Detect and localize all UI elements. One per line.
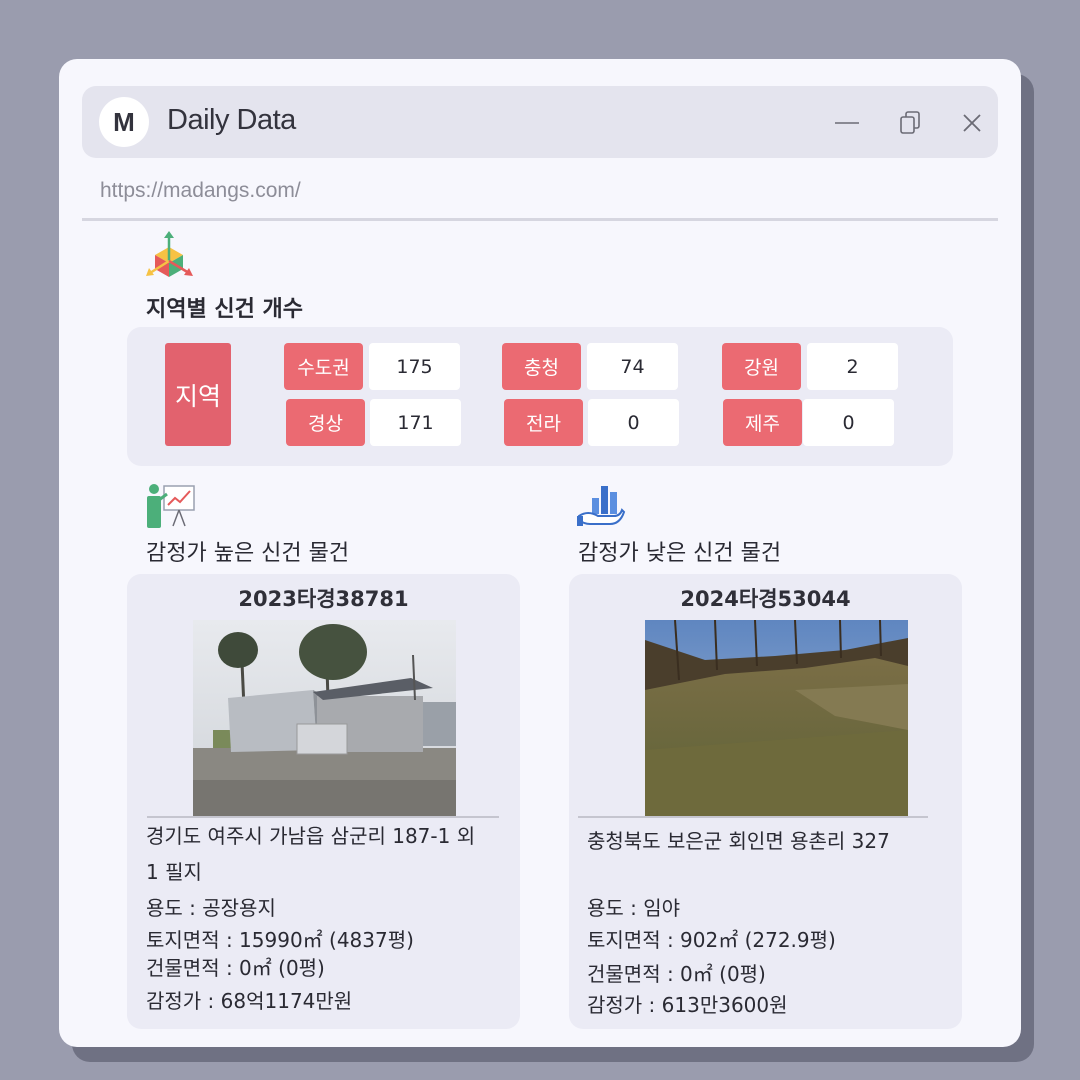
- region-name: 제주: [723, 399, 802, 446]
- low-appraisal-card[interactable]: 2024타경53044 충청북도 보은군 회인면 용촌리 327 용도: 임야…: [569, 574, 962, 1029]
- region-count: 171: [370, 399, 461, 446]
- appraisal-price: 감정가 : 613만3600원: [587, 993, 788, 1017]
- case-id[interactable]: 2024타경53044: [569, 583, 962, 613]
- avatar[interactable]: M: [99, 97, 149, 147]
- region-label: 지역: [165, 343, 231, 446]
- region-count: 0: [803, 399, 894, 446]
- region-count: 175: [369, 343, 460, 390]
- usage: 용도 : 임야: [587, 896, 681, 920]
- address-line: 충청북도 보은군 회인면 용촌리 327: [587, 829, 890, 853]
- building-area: 건물면적 : 0㎡ (0평): [587, 962, 766, 986]
- property-photo: [193, 620, 456, 816]
- minimize-icon: [835, 122, 859, 124]
- region-name: 경상: [286, 399, 365, 446]
- hand-bar-chart-icon: [577, 486, 626, 526]
- region-name: 수도권: [284, 343, 363, 390]
- land-area: 토지면적 : 902㎡ (272.9평): [587, 928, 836, 952]
- 3d-axis-icon: [146, 231, 193, 277]
- region-name: 충청: [502, 343, 581, 390]
- land-area: 토지면적 : 15990㎡ (4837평): [146, 928, 414, 952]
- url-text[interactable]: https://madangs.com/: [100, 179, 301, 203]
- low-section-title: 감정가 낮은 신건 물건: [578, 541, 782, 566]
- app-title: Daily Data: [167, 104, 296, 136]
- region-section-title: 지역별 신건 개수: [146, 297, 303, 322]
- restore-icon: [900, 111, 920, 134]
- app-window: M Daily Data https://madangs.com/ 지역별 신건…: [59, 59, 1021, 1047]
- url-divider: [82, 218, 998, 221]
- region-panel: 지역 수도권 175 충청 74 강원 2 경상 171 전라 0 제주 0: [127, 327, 953, 466]
- property-photo: [645, 620, 908, 816]
- address: 충청북도 보은군 회인면 용촌리 327: [587, 823, 890, 859]
- minimize-button[interactable]: [832, 108, 862, 138]
- presentation-chart-icon: [147, 484, 195, 528]
- appraisal-price: 감정가 : 68억1174만원: [146, 989, 353, 1013]
- region-name: 전라: [504, 399, 583, 446]
- address-line: 1 필지: [146, 860, 202, 884]
- region-count: 2: [807, 343, 898, 390]
- region-name: 강원: [722, 343, 801, 390]
- region-count: 74: [587, 343, 678, 390]
- case-id[interactable]: 2023타경38781: [127, 583, 520, 613]
- title-bar: M Daily Data: [82, 86, 998, 158]
- usage: 용도 : 공장용지: [146, 896, 276, 920]
- address: 경기도 여주시 가남읍 삼군리 187-1 외 1 필지: [146, 818, 475, 890]
- close-button[interactable]: [957, 108, 987, 138]
- restore-button[interactable]: [896, 108, 926, 138]
- photo-divider: [578, 816, 928, 818]
- address-line: 경기도 여주시 가남읍 삼군리 187-1 외: [146, 824, 476, 848]
- building-area: 건물면적 : 0㎡ (0평): [146, 956, 325, 980]
- close-icon: [963, 114, 981, 132]
- high-section-title: 감정가 높은 신건 물건: [146, 541, 350, 566]
- region-count: 0: [588, 399, 679, 446]
- high-appraisal-card[interactable]: 2023타경38781 경기도 여주시 가남읍 삼군리 187-1 외 1 필지…: [127, 574, 520, 1029]
